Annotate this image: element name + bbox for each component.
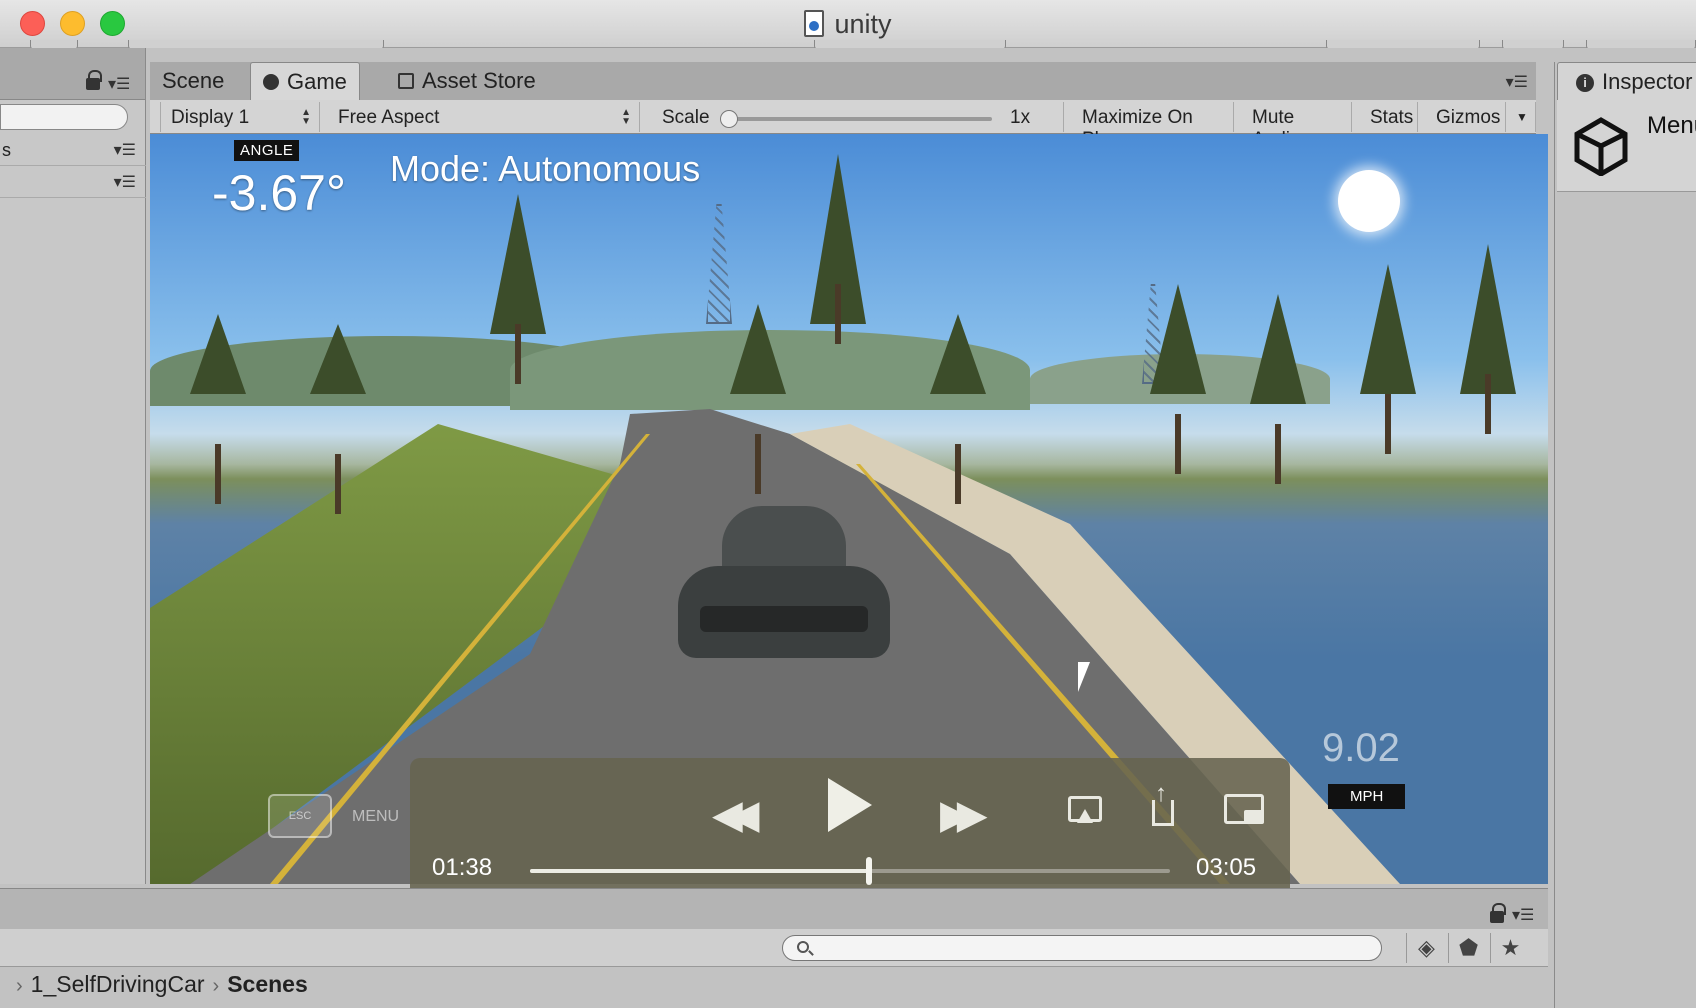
unity-logo-icon	[1574, 117, 1628, 176]
breadcrumb: › 1_SelfDrivingCar › Scenes	[8, 971, 308, 998]
hierarchy-panel: ▾☰ s ▾☰ ▾☰	[0, 48, 146, 884]
search-icon	[797, 941, 809, 953]
video-scrubber[interactable]	[530, 857, 1170, 885]
mute-audio-toggle[interactable]: Mute Audio	[1242, 102, 1352, 150]
tree	[190, 314, 246, 504]
display-select[interactable]: Display 1 ▲ ▼	[160, 102, 320, 132]
maximize-on-play-toggle[interactable]: Maximize On Play	[1072, 102, 1234, 150]
current-time: 01:38	[432, 854, 493, 881]
inspector-panel: iInspector Menu	[1554, 62, 1696, 1008]
aspect-select[interactable]: Free Aspect ▲ ▼	[328, 102, 640, 132]
menu-label: MENU	[352, 808, 400, 825]
project-toolbar: ◈ ⬟ ★	[0, 929, 1548, 967]
window-titlebar: unity	[0, 0, 1696, 50]
scale-slider-track[interactable]	[730, 117, 992, 121]
sun-icon	[1338, 170, 1400, 232]
gizmos-toggle[interactable]: Gizmos	[1426, 102, 1506, 132]
share-icon[interactable]	[1152, 782, 1174, 826]
car	[678, 506, 890, 666]
power-tower	[706, 204, 732, 324]
video-player-controls: ◀◀ ▶▶ 01:38 03:05	[410, 758, 1290, 908]
picture-in-picture-icon[interactable]	[1224, 794, 1264, 824]
store-icon	[398, 73, 414, 89]
game-icon	[263, 74, 279, 90]
row-menu-icon[interactable]: ▾☰	[114, 172, 136, 192]
project-header: ▾☰	[0, 889, 1548, 929]
tree	[1250, 294, 1306, 484]
breadcrumb-item[interactable]: 1_SelfDrivingCar	[31, 971, 205, 997]
scale-slider-thumb[interactable]	[720, 110, 738, 128]
mode-label: Mode: Autonomous	[390, 148, 701, 189]
breadcrumb-item-current[interactable]: Scenes	[227, 971, 308, 997]
airplay-icon[interactable]	[1068, 796, 1102, 823]
total-time: 03:05	[1196, 854, 1257, 881]
scale-value: 1x	[1000, 102, 1064, 132]
select-arrows-icon: ▲ ▼	[301, 107, 311, 127]
rewind-icon[interactable]: ◀◀	[712, 792, 759, 838]
hierarchy-row[interactable]: s ▾☰	[0, 134, 146, 166]
document-icon	[804, 10, 825, 37]
inspector-header: Menu	[1557, 100, 1696, 192]
mouse-cursor-icon	[1077, 661, 1091, 693]
panel-menu-icon[interactable]: ▾☰	[1506, 72, 1528, 92]
select-arrows-icon: ▲ ▼	[621, 107, 631, 127]
project-panel: ▾☰ ◈ ⬟ ★ › 1_SelfDrivingCar › Scenes	[0, 888, 1548, 1008]
scrubber-progress	[530, 869, 870, 873]
fast-forward-icon[interactable]: ▶▶	[940, 792, 987, 838]
view-tabbar: Scene Game Asset Store ▾☰	[150, 62, 1536, 100]
filter-by-type-icon[interactable]: ◈	[1406, 933, 1446, 963]
tree	[730, 304, 786, 494]
scrubber-handle[interactable]	[866, 857, 873, 885]
tree	[1460, 244, 1516, 434]
lock-icon[interactable]	[1490, 903, 1506, 923]
speed-value: 9.02	[1322, 726, 1400, 770]
row-menu-icon[interactable]: ▾☰	[114, 140, 136, 160]
filter-by-label-icon[interactable]: ⬟	[1448, 933, 1488, 963]
tree	[810, 154, 866, 344]
play-icon[interactable]	[828, 778, 872, 832]
car-grille	[700, 606, 868, 632]
tab-inspector[interactable]: i Inspector	[1557, 62, 1696, 100]
panel-menu-icon[interactable]: ▾☰	[1512, 905, 1534, 925]
tab-asset-store[interactable]: Asset Store	[386, 62, 548, 100]
info-icon: i	[1576, 74, 1594, 92]
lock-icon[interactable]	[86, 70, 102, 90]
hierarchy-row[interactable]: ▾☰	[0, 166, 146, 198]
window-title: unity	[0, 9, 1696, 40]
tab-scene[interactable]: Scene	[150, 62, 236, 100]
chevron-right-icon: ›	[16, 975, 23, 997]
tree	[490, 194, 546, 384]
favorite-icon[interactable]: ★	[1490, 933, 1530, 963]
esc-key-icon[interactable]: ESC	[268, 794, 332, 838]
tree	[1150, 284, 1206, 474]
tab-game[interactable]: Game	[250, 62, 360, 100]
angle-tag: ANGLE	[234, 140, 300, 161]
hierarchy-row-label: s	[2, 140, 11, 160]
tree	[930, 314, 986, 504]
gizmos-dropdown-icon[interactable]: ▼	[1506, 102, 1536, 132]
object-name: Menu	[1647, 112, 1696, 139]
hierarchy-search-input[interactable]	[0, 104, 128, 130]
tree	[310, 324, 366, 514]
speed-unit-tag: MPH	[1328, 784, 1406, 809]
stats-toggle[interactable]: Stats	[1360, 102, 1418, 132]
hierarchy-tabbar: ▾☰	[0, 48, 145, 100]
chevron-right-icon: ›	[212, 975, 220, 997]
editor-area: ▾☰ s ▾☰ ▾☰ Scene Game Asset Store ▾☰ Dis…	[0, 48, 1696, 1008]
panel-menu-icon[interactable]: ▾☰	[108, 74, 130, 94]
tree	[1360, 264, 1416, 454]
project-search-input[interactable]	[782, 935, 1382, 961]
angle-value: -3.67°	[212, 165, 346, 221]
